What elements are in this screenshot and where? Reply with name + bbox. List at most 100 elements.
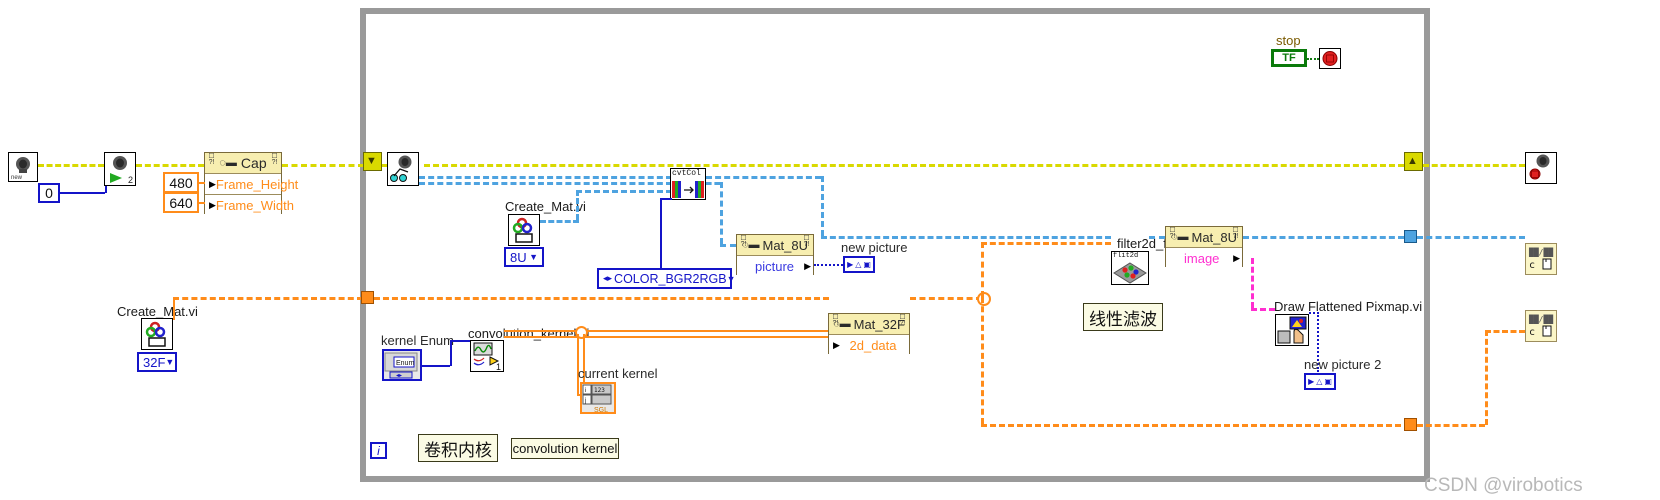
- wire-convkernel-out-top: [504, 330, 830, 332]
- mat8u-image-node[interactable]: ☐?! ◌▬ Mat_8U ☐?! image ▶: [1165, 226, 1243, 268]
- svg-text:██/██: ██/██: [1528, 247, 1553, 257]
- loop-tunnel-image-out[interactable]: [1404, 230, 1417, 243]
- cvtcolor-glyph: [672, 181, 704, 198]
- mat8u-picture-output-row[interactable]: picture ▶: [737, 255, 813, 276]
- mat32f-input-terminal-icon: ▶: [833, 339, 840, 350]
- shift-register-left-arrow-icon: ▼: [366, 155, 377, 167]
- camera-close-icon[interactable]: [1525, 152, 1557, 184]
- wire-cvtcol-down: [720, 182, 723, 244]
- camera-new-icon[interactable]: new: [8, 152, 38, 182]
- new-picture-2-indicator[interactable]: ▶ △ ▣: [1304, 373, 1336, 390]
- new-picture-2-label: new picture 2: [1304, 357, 1382, 372]
- index-constant[interactable]: 0: [38, 183, 60, 203]
- cap-left-terminal-icon: ☐?!: [208, 153, 215, 166]
- mat32f-input-label: 2d_data: [849, 337, 897, 353]
- wire-mat32f-down-loopback: [981, 297, 984, 424]
- frame-height-terminal-icon: ▶: [209, 178, 216, 189]
- error-handler-glyph-bottom: ██/██ c: [1528, 314, 1553, 338]
- create-mat-8u-icon[interactable]: [508, 214, 540, 246]
- mat8u-picture-node[interactable]: ☐?! ◌▬ Mat_8U ☐?! picture ▶: [736, 234, 814, 276]
- draw-pixmap-node[interactable]: [1275, 314, 1309, 346]
- wire-mat32f-to-error-bottom: [1485, 330, 1525, 333]
- mat32f-node[interactable]: ☐?! ◌▬ Mat_32F ☐?! ▶ 2d_data: [828, 313, 910, 355]
- wire-mat32f-up: [981, 242, 984, 297]
- svg-text:c: c: [1529, 260, 1535, 271]
- stop-sign-icon: [1322, 51, 1338, 66]
- svg-text:j: j: [584, 398, 586, 404]
- camera-new-label: new: [11, 175, 23, 181]
- wire-pixmap-to-draw: [1251, 308, 1275, 311]
- frame-width-terminal-icon: ▶: [209, 199, 216, 210]
- create-mat-8u-glyph: [512, 217, 533, 243]
- wire-create32f-into-loop: [173, 297, 363, 300]
- chevron-down-icon-color: ▼: [726, 273, 736, 284]
- error-wire-left-segment-a: [38, 164, 104, 167]
- cap-input-frame-height[interactable]: ▶ Frame_Height: [205, 173, 298, 194]
- loop-tunnel-mat32f-bottom[interactable]: [1404, 418, 1417, 431]
- mat32f-input-row[interactable]: ▶ 2d_data: [829, 334, 909, 355]
- create-mat-32f-type-selector[interactable]: 32F ▼: [137, 352, 177, 372]
- current-kernel-indicator[interactable]: i 123 j SGL: [580, 382, 616, 414]
- wire-drawpixmap-out: [1309, 312, 1319, 314]
- create-mat-8u-type-selector[interactable]: 8U ▼: [504, 247, 544, 267]
- svg-text:i: i: [585, 388, 586, 394]
- create-mat-32f-icon[interactable]: [141, 318, 173, 350]
- wire-pixmap-down: [1251, 258, 1254, 308]
- stop-label: stop: [1276, 33, 1301, 48]
- svg-text:◂▸: ◂▸: [396, 373, 402, 379]
- wire-image-down-to-filter-rail: [821, 176, 824, 236]
- mat32f-title-bar: ☐?! ◌▬ Mat_32F ☐?!: [829, 314, 909, 334]
- wire-colorconst-up: [660, 198, 662, 268]
- frame-height-constant[interactable]: 480: [163, 172, 199, 193]
- wire-stop-to-condition: [1307, 58, 1319, 60]
- enum-glyph: Enum ◂▸: [384, 352, 418, 379]
- cap-input-frame-width[interactable]: ▶ Frame_Width: [205, 194, 294, 215]
- loop-tunnel-mat32f-in[interactable]: [361, 291, 374, 304]
- color-conversion-constant[interactable]: ◂▸ COLOR_BGR2RGB ▼: [597, 268, 736, 289]
- cap-node-title-bar: ☐?! ◌▬ Cap ☐?!: [205, 153, 281, 173]
- mat8u-picture-output-terminal-icon: ▶: [804, 260, 811, 271]
- draw-pixmap-vi-label: Draw Flattened Pixmap.vi: [1274, 299, 1423, 314]
- frame-width-constant[interactable]: 640: [163, 192, 199, 213]
- stop-value-label: TF: [1282, 52, 1296, 64]
- convolution-kernel-vi-label: convolution_kernel.vi: [468, 326, 590, 341]
- error-handler-top[interactable]: ██/██ c: [1525, 243, 1557, 275]
- new-picture-indicator[interactable]: ▶ △ ▣: [843, 256, 875, 273]
- camera-open-icon[interactable]: 2: [104, 152, 136, 186]
- mat8u-image-output-row[interactable]: image ▶: [1166, 247, 1242, 268]
- wire-camread-to-cvtcol-b: [419, 182, 672, 185]
- wire-index-to-open: [60, 192, 105, 194]
- mat32f-left-terminal-icon: ☐?!: [832, 314, 839, 327]
- wire-image-out-of-loop: [1417, 236, 1525, 239]
- mat8u-left-terminal-icon: ☐?!: [740, 235, 747, 248]
- svg-text:██/██: ██/██: [1528, 314, 1553, 324]
- create-mat-glyph: [145, 321, 166, 347]
- new-picture-label: new picture: [841, 240, 908, 255]
- wire-createmat8u-up: [576, 190, 579, 220]
- wire-enum-out-a: [422, 365, 450, 367]
- error-wire-left-segment-b: [136, 164, 204, 167]
- convolution-kernel-node[interactable]: 1: [470, 340, 504, 372]
- wire-480-to-cap: [199, 182, 205, 184]
- camera-read-icon[interactable]: [387, 152, 419, 186]
- kernel-enum-control[interactable]: Enum ◂▸: [382, 349, 422, 381]
- error-handler-glyph-top: ██/██ c: [1528, 247, 1553, 271]
- cvtcolor-node[interactable]: cvtCol: [670, 168, 706, 200]
- loop-iteration-terminal[interactable]: i: [370, 442, 387, 459]
- mat8u-right-terminal-icon: ☐?!: [803, 235, 810, 248]
- mat8u-image-left-terminal-icon: ☐?!: [1169, 227, 1176, 240]
- error-wire-loop-segment-b: [424, 164, 1404, 167]
- svg-text:123: 123: [594, 387, 605, 394]
- error-handler-bottom[interactable]: ██/██ c: [1525, 310, 1557, 342]
- filter2d-node-label: flit2d: [1113, 252, 1139, 260]
- stop-boolean-terminal[interactable]: TF: [1271, 49, 1307, 67]
- loop-condition-terminal[interactable]: [1319, 48, 1341, 69]
- cap-subvi-node[interactable]: ☐?! ◌▬ Cap ☐?! ▶ Frame_Height ▶ Frame_Wi…: [204, 152, 298, 215]
- color-constant-label: COLOR_BGR2RGB: [614, 271, 727, 286]
- watermark: CSDN @virobotics: [1424, 475, 1583, 496]
- wire-cvtcol-to-mat8u: [720, 244, 736, 247]
- mat8u-image-output-label: image: [1184, 250, 1220, 266]
- wire-camread-to-cvtcol-a: [419, 176, 672, 179]
- wire-filter-to-mat8u: [1149, 236, 1165, 239]
- filter2d-node[interactable]: flit2d: [1111, 251, 1149, 285]
